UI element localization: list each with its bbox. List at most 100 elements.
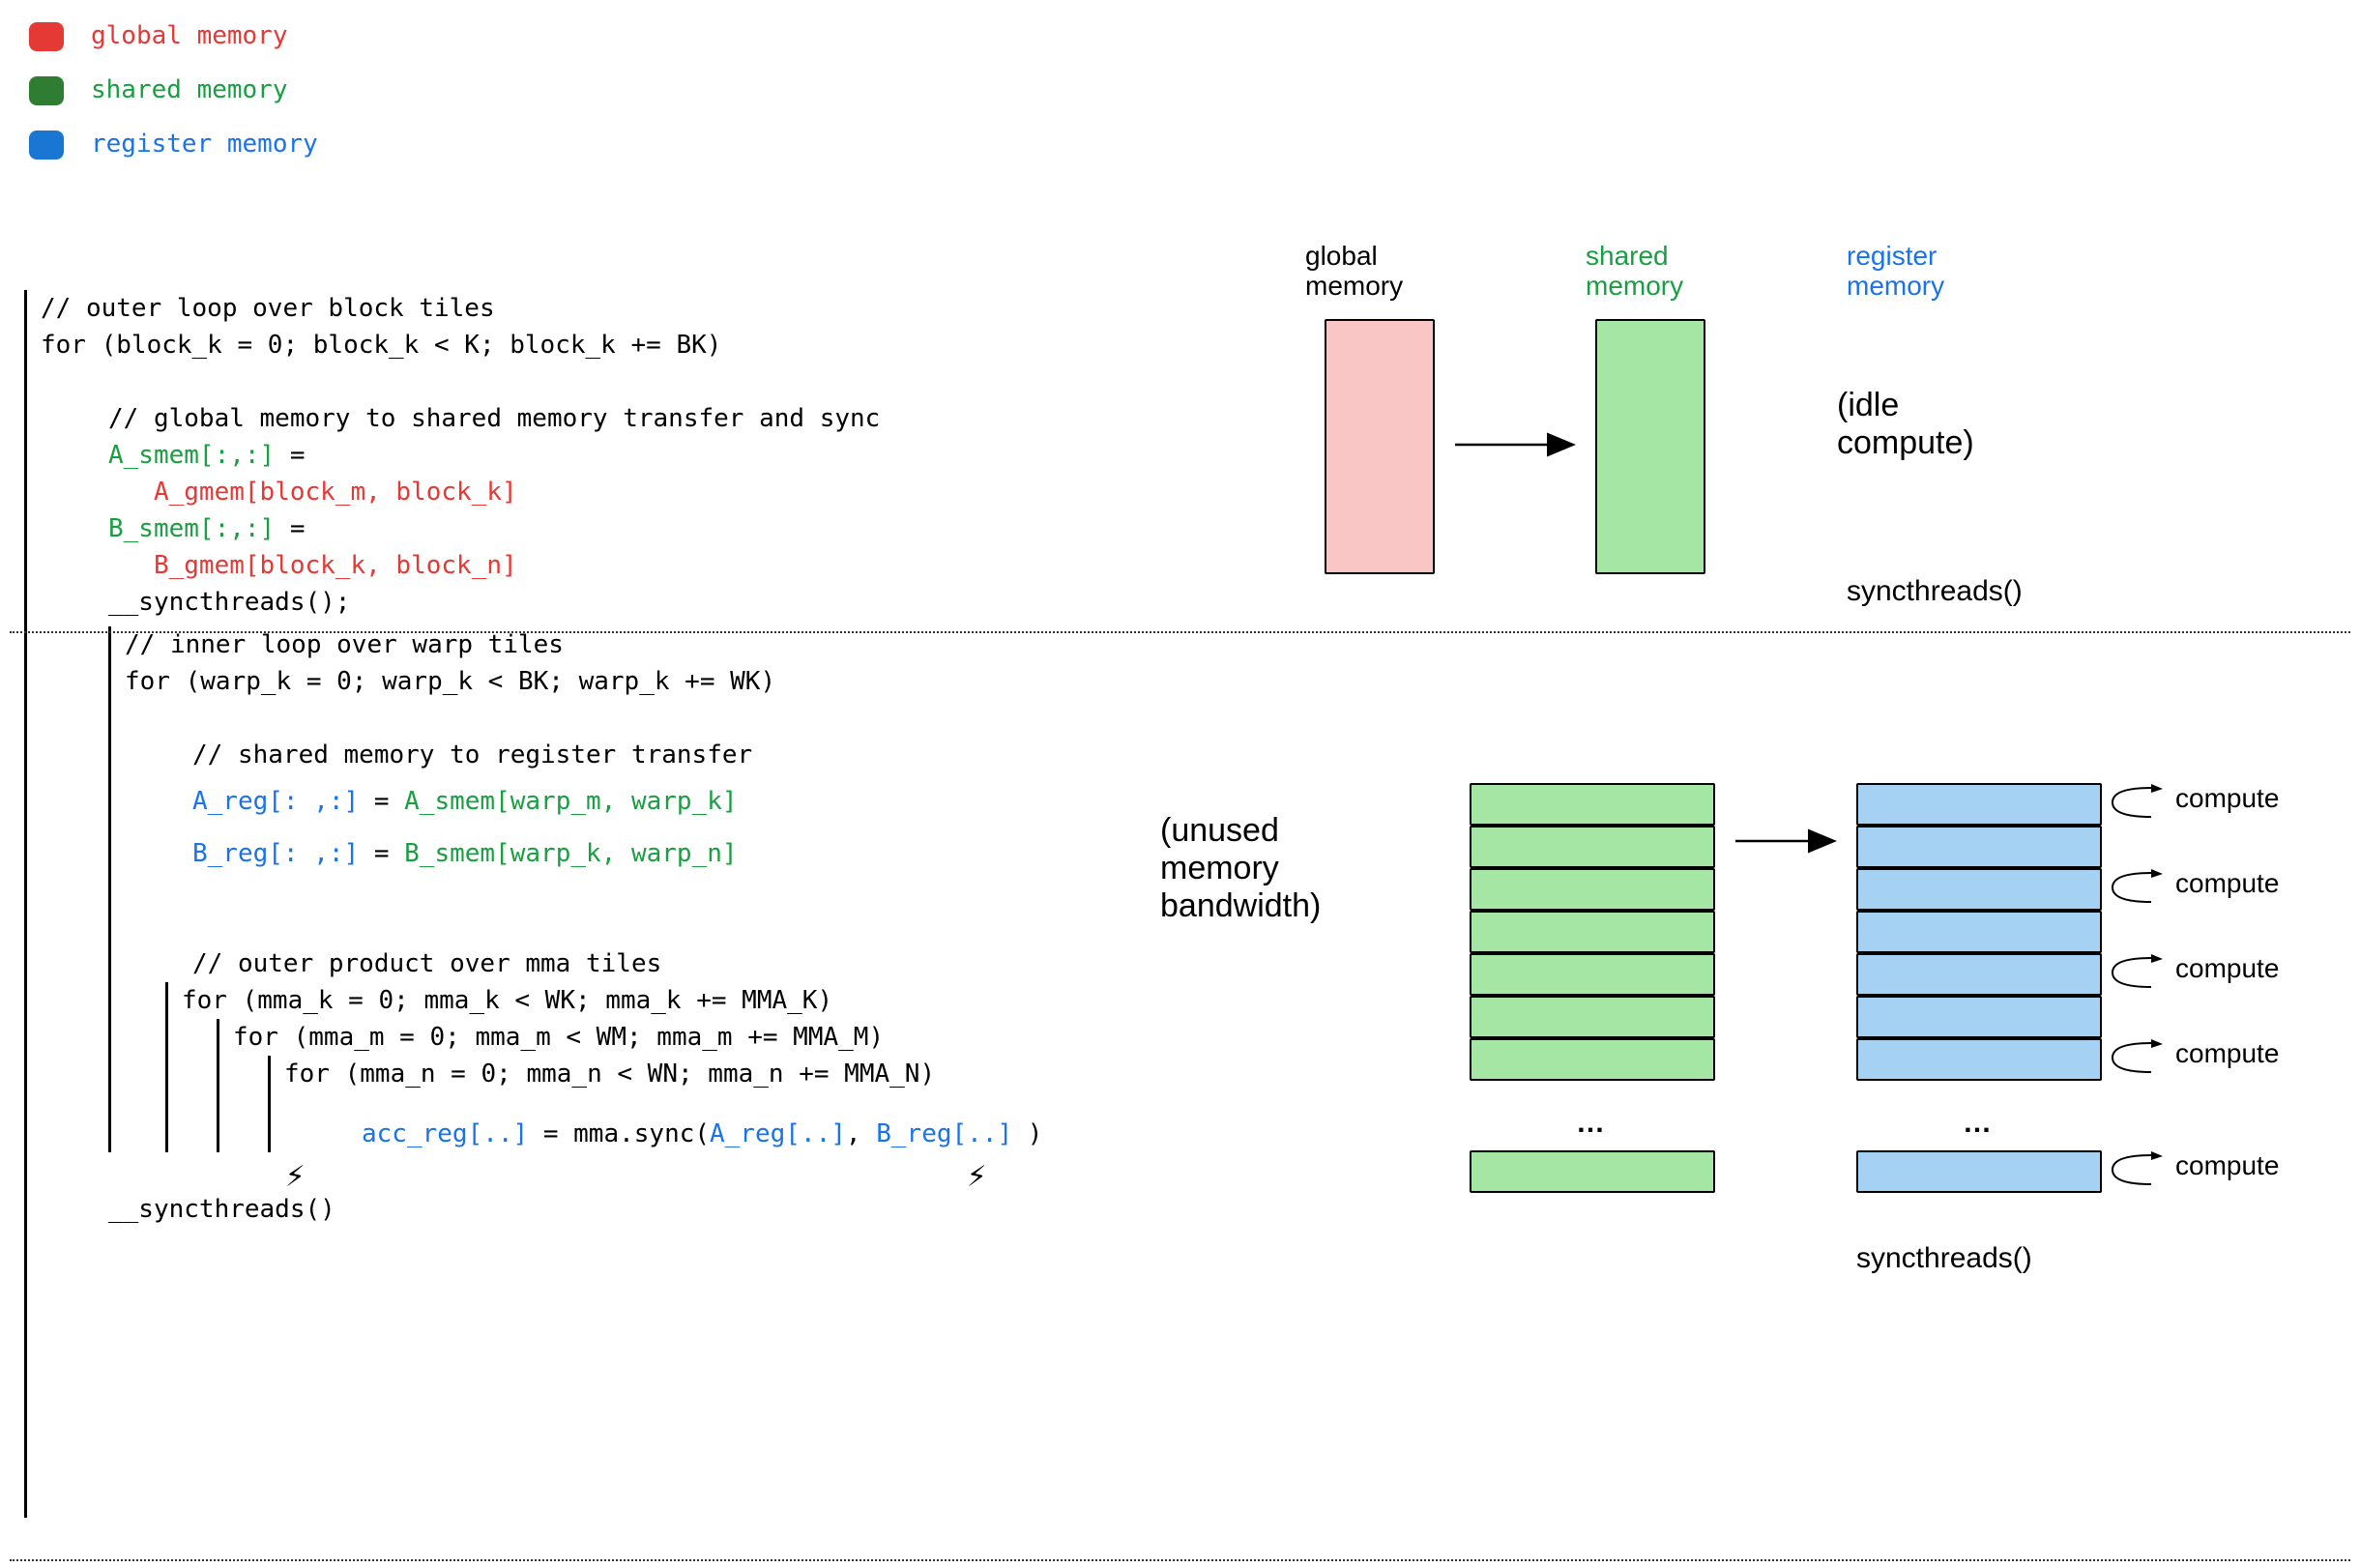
box-global-memory <box>1325 319 1435 574</box>
label-reg-2: memory <box>1847 271 1944 301</box>
compute-pointer-icon-last <box>2103 1146 2171 1194</box>
note-idle-1: (idle <box>1837 387 1899 423</box>
smem-slice-4 <box>1470 953 1715 996</box>
note-unused-2: memory <box>1160 850 1279 886</box>
label-global-1: global <box>1305 241 1378 271</box>
legend-label-shared: shared memory <box>91 73 288 109</box>
bolt-icon-right: ⚡ <box>967 1152 986 1200</box>
code-comment-outer-product: // outer product over mma tiles <box>125 945 1042 982</box>
label-syncthreads-bottom: syncthreads() <box>1856 1237 2032 1280</box>
token-eq4: = <box>359 839 404 868</box>
mma-m-block: for (mma_m = 0; mma_m < WM; mma_m += MMA… <box>217 1019 1042 1152</box>
token-b-reg: B_reg[: ,:] <box>192 839 359 868</box>
token-a-smem-idx: A_smem[warp_m, warp_k] <box>404 787 737 816</box>
token-a-reg: A_reg[: ,:] <box>192 787 359 816</box>
legend: global memory shared memory register mem… <box>29 10 318 172</box>
compute-pointer-icon-3 <box>2103 1033 2171 1082</box>
code-for-warp-k: for (warp_k = 0; warp_k < BK; warp_k += … <box>125 663 1042 700</box>
bolt-icon-left: ⚡ <box>285 1152 305 1200</box>
compute-label-2: compute <box>2175 953 2279 984</box>
legend-row-global: global memory <box>29 10 318 64</box>
token-a-smem: A_smem[:,:] <box>108 441 275 470</box>
token-mma-close: ) <box>1012 1119 1042 1148</box>
token-mma-open: = mma.sync( <box>528 1119 710 1148</box>
code-for-mma-k: for (mma_k = 0; mma_k < WK; mma_k += MMA… <box>182 982 1042 1019</box>
ellipsis-blue: … <box>1963 1102 1992 1145</box>
label-syncthreads-top: syncthreads() <box>1847 570 2023 613</box>
code-for-mma-n: for (mma_n = 0; mma_n < WN; mma_n += MMA… <box>284 1056 1042 1092</box>
note-unused-1: (unused <box>1160 812 1279 849</box>
reg-slice-0 <box>1856 783 2102 826</box>
code-a-gmem: A_gmem[block_m, block_k] <box>41 474 1042 510</box>
code-for-block-k: for (block_k = 0; block_k < K; block_k +… <box>41 327 1042 363</box>
token-comma: , <box>846 1119 876 1148</box>
reg-slice-2 <box>1856 868 2102 911</box>
spacer2 <box>125 700 1042 737</box>
code-b-smem-assign: B_smem[:,:] = <box>41 510 1042 547</box>
code-a-smem-assign: A_smem[:,:] = <box>41 437 1042 474</box>
smem-slice-6 <box>1470 1038 1715 1081</box>
compute-label-last: compute <box>2175 1150 2279 1181</box>
code-for-mma-m: for (mma_m = 0; mma_m < WM; mma_m += MMA… <box>233 1019 1042 1056</box>
spacer <box>41 363 1042 400</box>
diagram-root: global memory shared memory register mem… <box>0 0 2360 1568</box>
legend-row-shared: shared memory <box>29 64 318 118</box>
compute-pointer-icon-2 <box>2103 948 2171 997</box>
token-b-smem: B_smem[:,:] <box>108 514 275 543</box>
compute-pointer-icon-1 <box>2103 863 2171 912</box>
label-register-memory: register memory <box>1847 242 1944 302</box>
code-b-gmem: B_gmem[block_k, block_n] <box>41 547 1042 584</box>
compute-label-3: compute <box>2175 1038 2279 1069</box>
smem-slice-last <box>1470 1150 1715 1193</box>
token-eq2: = <box>275 514 320 543</box>
code-comment-smem-reg: // shared memory to register transfer <box>125 737 1042 773</box>
token-eq3: = <box>359 787 404 816</box>
reg-slice-6 <box>1856 1038 2102 1081</box>
reg-slice-last <box>1856 1150 2102 1193</box>
label-shared-memory: shared memory <box>1586 242 1683 302</box>
code-syncthreads-2: __syncthreads() <box>41 1191 1042 1228</box>
label-shared-1: shared <box>1586 241 1669 271</box>
compute-label-0: compute <box>2175 783 2279 814</box>
note-idle-2: compute) <box>1837 424 1974 461</box>
legend-label-global: global memory <box>91 18 288 55</box>
code-comment-outer-loop: // outer loop over block tiles <box>41 290 1042 327</box>
token-a-reg-arg: A_reg[..] <box>710 1119 846 1148</box>
ellipsis-green: … <box>1576 1102 1605 1145</box>
label-global-2: memory <box>1305 271 1403 301</box>
smem-slice-1 <box>1470 826 1715 868</box>
token-b-reg-arg: B_reg[..] <box>876 1119 1012 1148</box>
note-unused-bandwidth: (unused memory bandwidth) <box>1160 812 1321 925</box>
token-b-gmem: B_gmem[block_k, block_n] <box>154 551 517 580</box>
code-a-reg-assign: A_reg[: ,:] = A_smem[warp_m, warp_k] <box>125 783 1042 820</box>
arrow-global-to-shared <box>1450 425 1586 464</box>
mma-k-block: for (mma_k = 0; mma_k < WK; mma_k += MMA… <box>165 982 1042 1152</box>
reg-slice-1 <box>1856 826 2102 868</box>
compute-pointer-icon-0 <box>2103 778 2171 827</box>
token-b-smem-idx: B_smem[warp_k, warp_n] <box>404 839 737 868</box>
code-mma-sync: acc_reg[..] = mma.sync(A_reg[..], B_reg[… <box>284 1116 1042 1152</box>
label-shared-2: memory <box>1586 271 1683 301</box>
swatch-shared <box>29 76 64 105</box>
code-comment-gmem-smem: // global memory to shared memory transf… <box>41 400 1042 437</box>
inner-loop-block: // inner loop over warp tiles for (warp_… <box>108 626 1042 1152</box>
reg-slice-3 <box>1856 911 2102 953</box>
reg-slice-5 <box>1856 996 2102 1038</box>
swatch-register <box>29 131 64 160</box>
code-syncthreads-1: __syncthreads(); <box>41 584 1042 621</box>
note-idle-compute: (idle compute) <box>1837 387 1974 462</box>
token-eq: = <box>275 441 320 470</box>
arrow-shared-to-register <box>1731 822 1847 860</box>
smem-slice-3 <box>1470 911 1715 953</box>
spacer3 <box>125 872 1042 909</box>
note-unused-3: bandwidth) <box>1160 887 1321 924</box>
spacer3b <box>125 909 1042 945</box>
compute-label-1: compute <box>2175 868 2279 899</box>
reg-slice-4 <box>1856 953 2102 996</box>
mma-n-block: for (mma_n = 0; mma_n < WN; mma_n += MMA… <box>268 1056 1042 1152</box>
code-block: // outer loop over block tiles for (bloc… <box>24 290 1042 1518</box>
legend-label-register: register memory <box>91 127 318 163</box>
token-acc-reg: acc_reg[..] <box>362 1119 528 1148</box>
label-global-memory: global memory <box>1305 242 1403 302</box>
smem-slice-5 <box>1470 996 1715 1038</box>
